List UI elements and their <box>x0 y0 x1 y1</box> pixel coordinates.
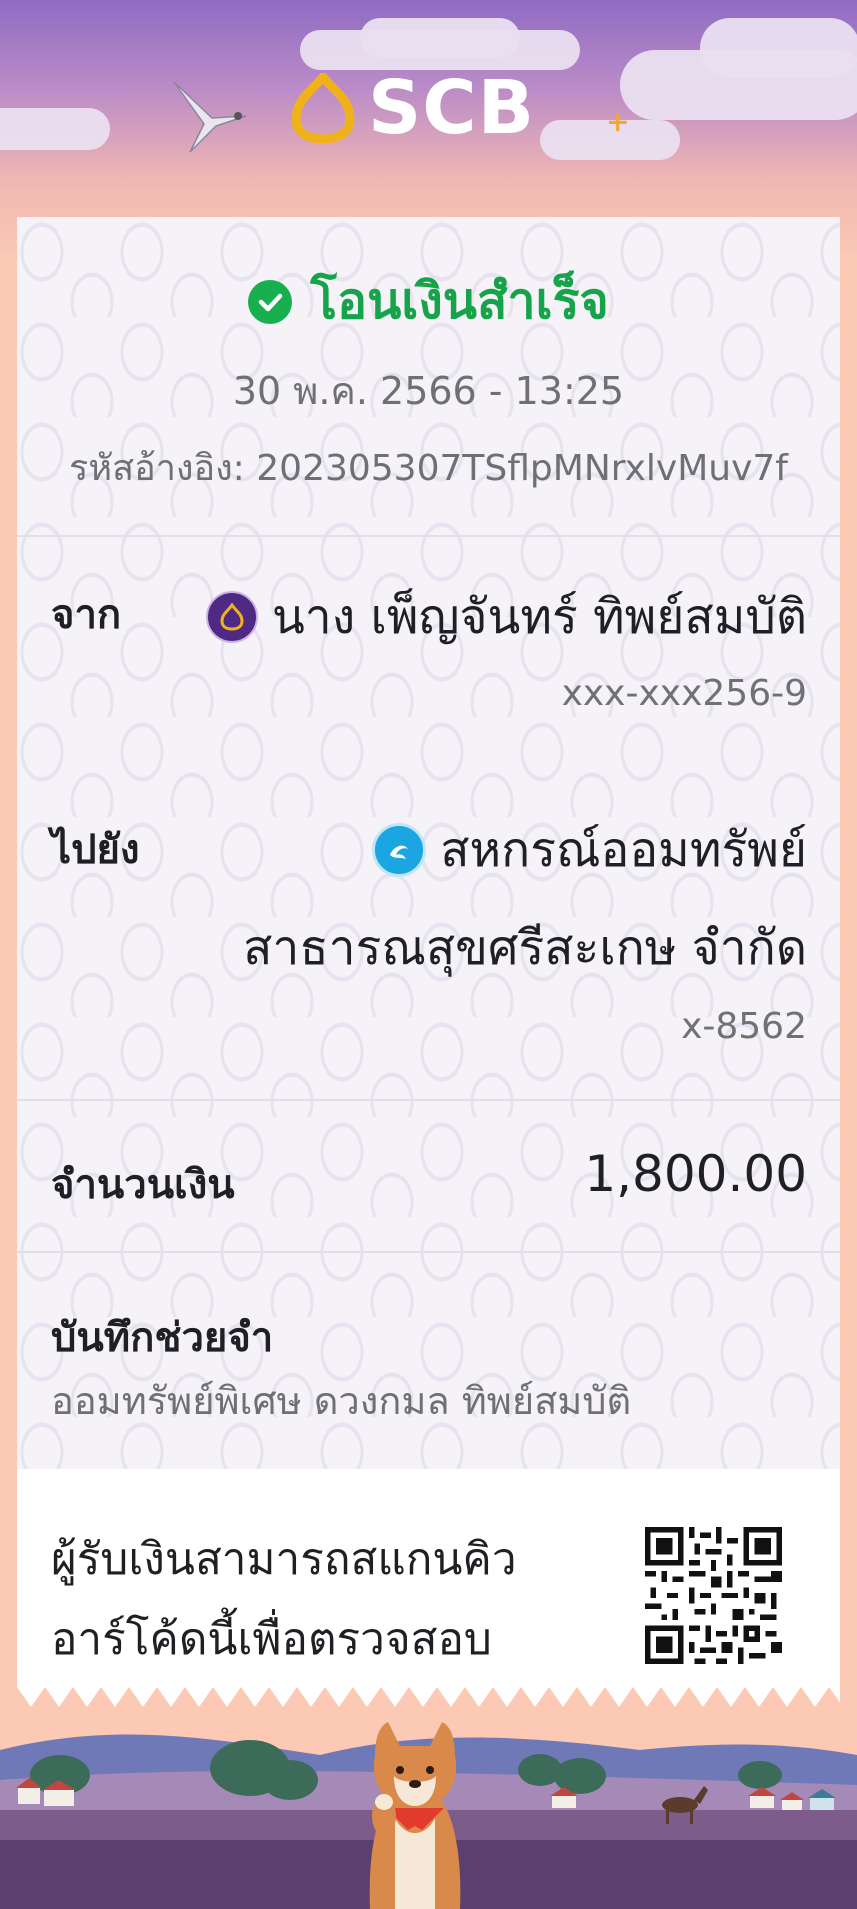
status-text: โอนเงินสำเร็จ <box>310 272 609 330</box>
recipient-account: x-8562 <box>681 1006 807 1047</box>
qr-code-icon[interactable] <box>645 1527 782 1664</box>
amount-label: จำนวนเงิน <box>51 1162 235 1208</box>
memo-label: บันทึกช่วยจำ <box>51 1315 274 1361</box>
memo-text: ออมทรัพย์พิเศษ ดวงกมล ทิพย์สมบัติ <box>51 1379 632 1423</box>
to-label: ไปยัง <box>51 827 140 873</box>
divider <box>17 1251 840 1253</box>
status-row: โอนเงินสำเร็จ <box>17 262 840 341</box>
divider <box>17 535 840 537</box>
cloud <box>700 18 857 78</box>
brand-plus: + <box>606 105 630 138</box>
header-banner: SCB + <box>0 0 857 215</box>
recipient-name-line2: สาธารณสุขศรีสะเกษ จำกัด <box>243 920 807 976</box>
cloud <box>360 18 520 58</box>
brand-name: SCB <box>368 65 536 151</box>
sender-name: นาง เพ็ญจันทร์ ทิพย์สมบัติ <box>271 589 807 645</box>
verify-text: ผู้รับเงินสามารถสแกนคิว อาร์โค้ดนี้เพื่อ… <box>51 1520 517 1680</box>
to-section: สหกรณ์ออมทรัพย์ สาธารณสุขศรีสะเกษ จำกัด … <box>243 812 807 1047</box>
verify-line2: อาร์โค้ดนี้เพื่อตรวจสอบ <box>51 1614 492 1665</box>
scb-bank-icon <box>205 591 258 643</box>
scb-logo: SCB + <box>290 70 629 146</box>
check-circle-icon <box>248 279 293 324</box>
shiba-dog-illustration <box>369 1722 461 1909</box>
divider <box>17 1099 840 1101</box>
ktb-bank-icon <box>372 823 427 877</box>
verify-line1: ผู้รับเงินสามารถสแกนคิว <box>51 1534 517 1585</box>
from-section: นาง เพ็ญจันทร์ ทิพย์สมบัติ xxx-xxx256-9 <box>205 579 807 714</box>
amount-value: 1,800.00 <box>584 1145 807 1203</box>
transaction-datetime: 30 พ.ค. 2566 - 13:25 <box>232 369 625 413</box>
recipient-name-line1: สหกรณ์ออมทรัพย์ <box>440 822 807 878</box>
bird-icon <box>173 81 247 153</box>
scb-logo-icon <box>291 73 355 143</box>
from-label: จาก <box>51 592 122 638</box>
sender-account: xxx-xxx256-9 <box>561 673 807 714</box>
reference-code: รหัสอ้างอิง: 202305307TSflpMNrxlvMuv7f <box>69 448 788 489</box>
cloud <box>0 108 110 150</box>
receipt-card: โอนเงินสำเร็จ 30 พ.ค. 2566 - 13:25 รหัสอ… <box>17 217 840 1687</box>
